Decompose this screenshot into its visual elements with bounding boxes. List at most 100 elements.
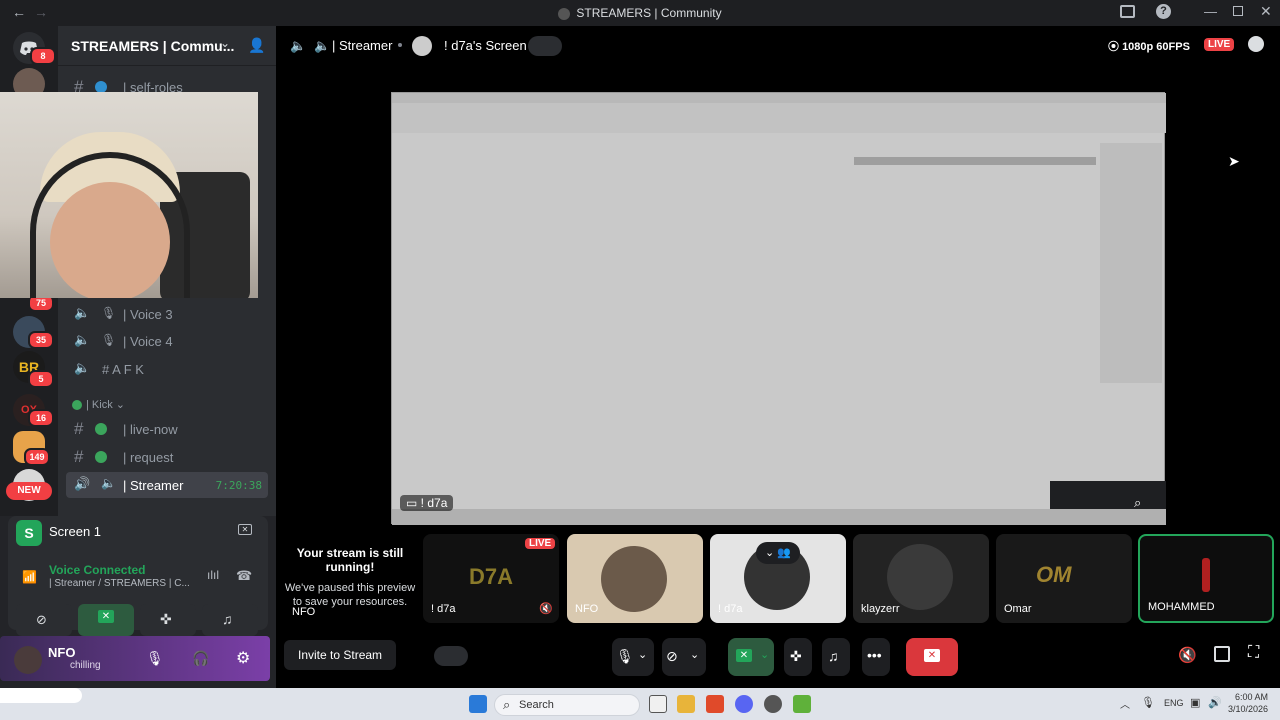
headphones-icon[interactable]: 🎧 (192, 650, 209, 667)
minimize-icon[interactable]: — (1204, 4, 1217, 19)
stage-footer (276, 681, 1280, 688)
close-icon[interactable]: ✕ (1260, 3, 1272, 20)
user-name: NFO (48, 645, 76, 660)
shared-screen[interactable]: ▭ ! d7a ⌕ (391, 92, 1166, 525)
soundboard-button[interactable]: ♫ (202, 604, 258, 636)
camera-button[interactable]: ⊘ ⌄ (662, 638, 706, 676)
speaker-icon: 🔈 (74, 305, 91, 320)
channel-live-now[interactable]: # | live-now (66, 416, 268, 442)
camera-off-icon: ⊘ (36, 612, 47, 627)
activities-button[interactable]: ✜ (140, 604, 196, 636)
tile-nfo[interactable]: NFO (567, 534, 703, 623)
tile-name: klayzerr (861, 603, 900, 615)
category-kick[interactable]: | Kick ⌄ (72, 398, 125, 411)
clock-date[interactable]: 3/10/2026 (1218, 704, 1268, 714)
channel-label: # A F K (102, 362, 144, 377)
mute-button[interactable]: 🎙 ⌄ (612, 638, 654, 676)
tile-d7a[interactable]: ⌄ 👥 ! d7a (710, 534, 846, 623)
network-icon[interactable]: ▣ (1190, 696, 1200, 709)
search-icon: ⌕ (503, 697, 511, 712)
home-badge: 8 (30, 47, 56, 65)
webcam-overlay (0, 92, 258, 298)
tile-mohammed[interactable]: MOHAMMED (1138, 534, 1274, 623)
window-title-text: STREAMERS | Community (576, 6, 722, 20)
tile-klayzerr[interactable]: klayzerr (853, 534, 989, 623)
stage-channel-name: | Streamer (332, 38, 393, 53)
channel-request[interactable]: # | request (66, 444, 268, 470)
taskbar-search[interactable]: ⌕ Search (494, 694, 640, 716)
maximize-icon[interactable] (1233, 6, 1243, 16)
end-call-button[interactable]: ✕ (906, 638, 958, 676)
channel-streamer[interactable]: 🔊 🔈 | Streamer 7:20:38 (66, 472, 268, 498)
channel-afk[interactable]: 🔈 # A F K (66, 356, 268, 382)
more-dots-icon: ••• (867, 647, 882, 663)
invite-to-stream-button[interactable]: Invite to Stream (284, 640, 397, 670)
microphone-icon[interactable]: 🎙 (146, 650, 164, 667)
minecraft-icon[interactable] (793, 695, 811, 713)
discord-taskbar-icon[interactable] (735, 695, 753, 713)
stop-screen-icon[interactable]: ✕ (238, 524, 252, 535)
tile-omar[interactable]: OM Omar (996, 534, 1132, 623)
activities-button[interactable]: ✜ (784, 638, 812, 676)
chevron-down-icon[interactable]: ⌄ (220, 36, 230, 50)
inbox-icon[interactable] (1120, 5, 1135, 18)
language-indicator[interactable]: ENG (1164, 698, 1184, 708)
popout-icon[interactable] (1214, 646, 1230, 662)
stop-stream-icon: ✕ (924, 649, 940, 662)
share-screen-button[interactable]: ✕ (78, 604, 134, 636)
server-badge-35: 35 (28, 331, 54, 349)
channel-voice-4[interactable]: 🔈 🎙 | Voice 4 (66, 328, 268, 354)
stage-area: 🔈 🔈 | Streamer ! d7a's Screen ⦿ 1080p 60… (276, 26, 1280, 681)
voice-location[interactable]: | Streamer / STREAMERS | C... (49, 578, 190, 589)
mute-volume-icon[interactable]: 🔇 (1178, 646, 1197, 664)
kick-icon (95, 451, 107, 463)
separator-dot (398, 43, 402, 47)
muted-speaker-icon[interactable]: 🔇 (539, 602, 553, 615)
more-button[interactable]: ••• (862, 638, 890, 676)
screen-share-button[interactable]: ✕ ⌄ (728, 638, 774, 676)
task-view-icon[interactable] (649, 695, 667, 713)
chat-bubble-icon[interactable] (1248, 36, 1264, 52)
fullscreen-icon[interactable]: ⛶ (1248, 644, 1259, 662)
cursor-icon: ➤ (1228, 153, 1240, 169)
self-stream-tile[interactable]: Your stream is still running! We've paus… (282, 534, 418, 623)
panel-footer (0, 681, 276, 688)
new-unreads-pill[interactable]: NEW (6, 482, 52, 500)
kick-icon (72, 400, 82, 411)
brave-browser-icon[interactable] (706, 695, 724, 713)
tray-mic-icon[interactable]: 🎙 (1141, 696, 1155, 709)
live-badge: LIVE (1204, 38, 1235, 51)
activities-icon: ✜ (160, 611, 172, 627)
screen-panel-title: Screen 1 (49, 524, 102, 539)
tile-d7a-stream[interactable]: LIVE D7A ! d7a 🔇 (423, 534, 559, 623)
soundboard-button[interactable]: ♫ (822, 638, 850, 676)
windows-taskbar: ⌕ Search ︿ 🎙 ENG ▣ 🔊 6:00 AM 3/10/2026 (0, 688, 1280, 720)
tray-chevron-up-icon[interactable]: ︿ (1120, 696, 1130, 711)
tile-options-pill[interactable]: ⌄ 👥 (756, 542, 800, 564)
quality-text: 1080p 60FPS (1122, 41, 1190, 53)
voice-activity-icon[interactable]: ılıl (207, 568, 219, 582)
clock-time[interactable]: 6:00 AM (1228, 692, 1268, 702)
channel-label: | Voice 4 (123, 334, 173, 349)
camera-off-button[interactable]: ⊘ (16, 604, 72, 636)
quality-label[interactable]: ⦿ 1080p 60FPS (1108, 38, 1190, 54)
zoom-icon[interactable]: ⌕ (1134, 495, 1141, 511)
voice-avatars[interactable] (434, 646, 468, 666)
viewer-avatars[interactable] (528, 36, 562, 56)
windows-start-icon[interactable] (469, 695, 487, 713)
voice-status[interactable]: Voice Connected (49, 563, 145, 577)
server-header[interactable]: STREAMERS | Commu... ⌄ 👤 (58, 26, 276, 66)
user-avatar[interactable] (14, 646, 42, 674)
headphones-shape (30, 152, 190, 298)
screen-share-icon: ✕ (736, 649, 752, 662)
disconnect-icon[interactable]: ☎ (236, 568, 252, 584)
screen-owner-label: ▭ ! d7a (400, 495, 454, 511)
file-explorer-icon[interactable] (677, 695, 695, 713)
obs-icon[interactable] (764, 695, 782, 713)
channel-voice-3[interactable]: 🔈 🎙 | Voice 3 (66, 301, 268, 327)
settings-gear-icon[interactable]: ⚙ (236, 648, 250, 668)
add-member-icon[interactable]: 👤 (248, 37, 265, 54)
speaker-icon: 🔈 (314, 38, 331, 53)
title-bar: ← → STREAMERS | Community ? — ✕ (0, 0, 1280, 26)
help-icon[interactable]: ? (1156, 4, 1171, 19)
